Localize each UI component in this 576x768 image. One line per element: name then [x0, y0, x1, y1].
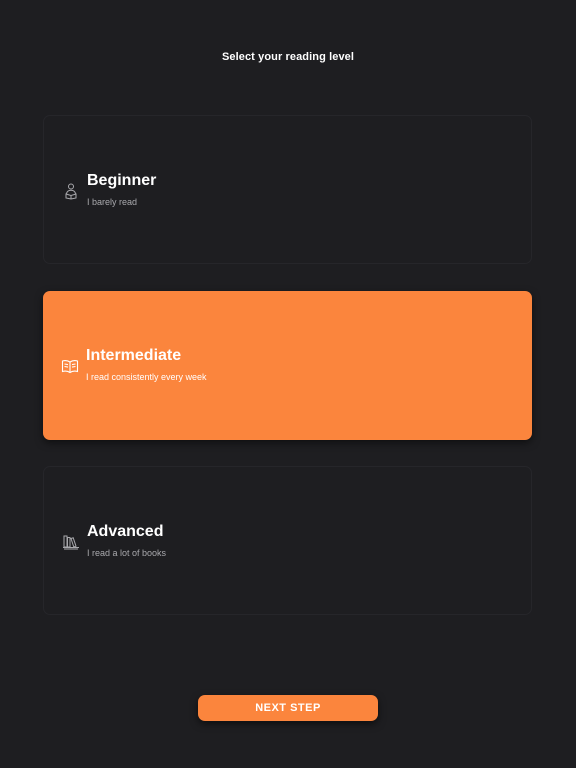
level-card-advanced[interactable]: Advanced I read a lot of books [43, 466, 532, 615]
level-description: I barely read [87, 197, 138, 207]
level-description: I read consistently every week [86, 372, 207, 382]
level-label: Intermediate [86, 347, 182, 364]
level-card-beginner[interactable]: Beginner I barely read [43, 115, 532, 264]
bookshelf-icon [62, 533, 80, 551]
next-step-button[interactable]: NEXT STEP [198, 695, 378, 721]
page-title: Select your reading level [221, 51, 355, 63]
level-label: Advanced [87, 523, 164, 540]
level-description: I read a lot of books [87, 548, 167, 558]
level-card-intermediate[interactable]: Intermediate I read consistently every w… [43, 291, 532, 440]
open-book-icon [61, 357, 79, 375]
level-label: Beginner [87, 172, 157, 189]
person-reading-icon [62, 182, 80, 200]
